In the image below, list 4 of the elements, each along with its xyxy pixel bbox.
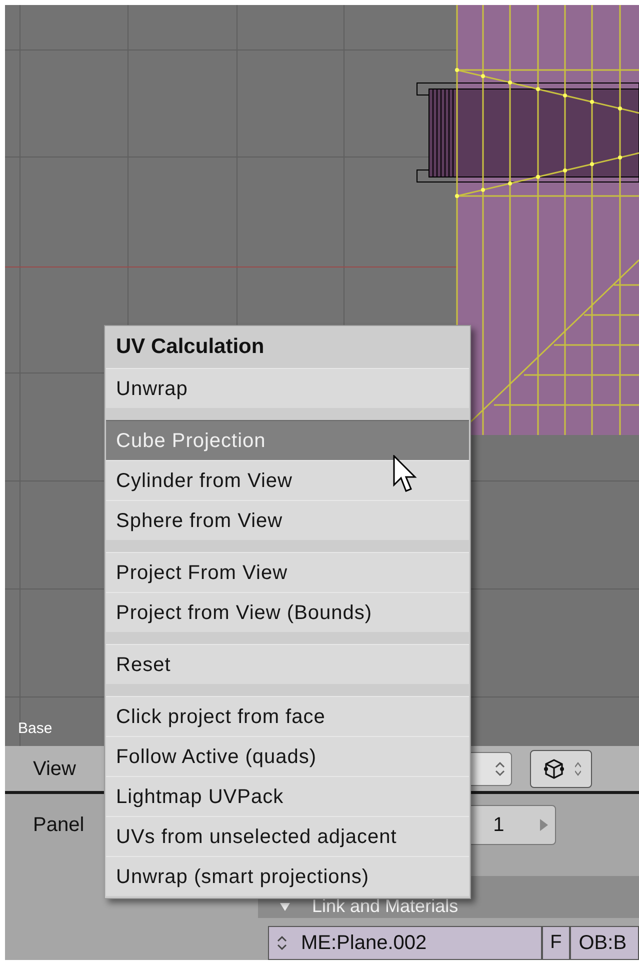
panels-label: Panel xyxy=(33,813,84,838)
menu-title: UV Calculation xyxy=(115,334,266,360)
object-label: Base xyxy=(18,719,52,739)
panel-title: Link and Materials xyxy=(312,897,458,917)
